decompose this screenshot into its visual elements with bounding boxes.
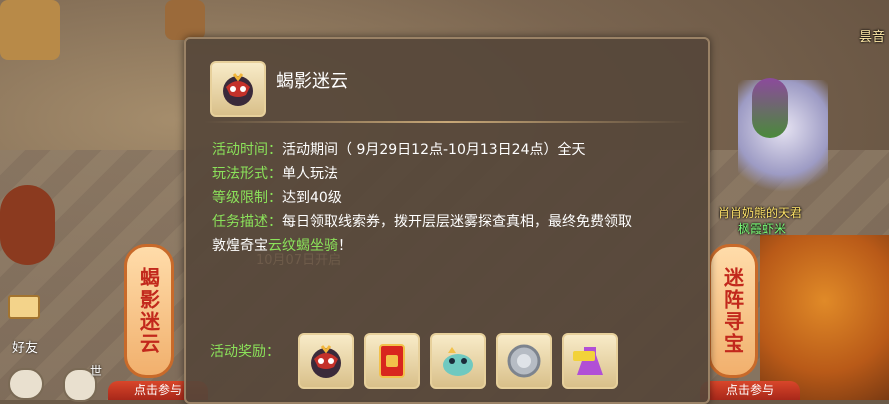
rewards-label: 活动奖励： bbox=[210, 344, 280, 360]
value: 敦煌奇宝 bbox=[212, 238, 268, 254]
task-desc-row: 任务描述：每日领取线索券，拨开层层迷雾探查真相，最终免费领取 bbox=[212, 211, 632, 231]
play-mode-row: 玩法形式：单人玩法 bbox=[212, 163, 338, 183]
label: 等级限制： bbox=[212, 190, 282, 206]
autumn-tree bbox=[760, 235, 889, 400]
pillar-decoration bbox=[165, 0, 205, 40]
label: 活动时间： bbox=[212, 142, 282, 158]
red-envelope-icon bbox=[379, 344, 405, 378]
mount-name-highlight: 云纹蝎坐骑 bbox=[268, 238, 338, 254]
world-channel-label[interactable]: 世 bbox=[90, 362, 102, 379]
silver-coin-icon bbox=[507, 344, 541, 378]
drum-decoration bbox=[0, 185, 55, 265]
reward-slot[interactable] bbox=[562, 333, 618, 389]
event-tag-label: 迷阵寻宝 bbox=[720, 267, 745, 355]
statue-decoration bbox=[0, 0, 60, 60]
event-info-panel: 10月07日开启 蝎影迷云 活动时间：活动期间（ 9月29日12点-10月13日… bbox=[184, 37, 710, 404]
friends-button[interactable]: 好友 bbox=[12, 337, 38, 356]
panel-title: 蝎影迷云 bbox=[276, 71, 348, 92]
value: 单人玩法 bbox=[282, 166, 338, 182]
mail-icon[interactable] bbox=[8, 295, 40, 319]
reward-slot[interactable] bbox=[496, 333, 552, 389]
label: 玩法形式： bbox=[212, 166, 282, 182]
chat-icon[interactable] bbox=[8, 368, 44, 400]
reward-slot[interactable] bbox=[298, 333, 354, 389]
task-desc-row-2: 敦煌奇宝云纹蝎坐骑！ bbox=[212, 235, 352, 255]
value: 每日领取线索券，拨开层层迷雾探查真相，最终免费领取 bbox=[282, 214, 632, 230]
npc-title: 肖肖奶熊的天君 bbox=[718, 206, 803, 220]
value: 活动期间（ 9月29日12点-10月13日24点）全天 bbox=[282, 142, 586, 158]
divider bbox=[204, 121, 690, 123]
value: 达到40级 bbox=[282, 190, 342, 206]
event-tag-maze[interactable]: 迷阵寻宝 bbox=[708, 244, 758, 378]
activity-time-row: 活动时间：活动期间（ 9月29日12点-10月13日24点）全天 bbox=[212, 139, 585, 159]
npc-name: 枫霞虾米 bbox=[738, 222, 787, 236]
label: 任务描述： bbox=[212, 214, 282, 230]
event-icon bbox=[210, 61, 266, 117]
scorpion-mask-icon bbox=[223, 73, 253, 106]
join-button-right[interactable]: 点击参与 bbox=[700, 381, 800, 400]
player-character[interactable] bbox=[752, 78, 788, 138]
reward-slot[interactable] bbox=[430, 333, 486, 389]
value: ！ bbox=[338, 238, 352, 254]
event-tag-label: 蝎影迷云 bbox=[136, 267, 161, 355]
event-tag-scorpion[interactable]: 蝎影迷云 bbox=[124, 244, 174, 378]
player-name-label: 昙音 bbox=[858, 30, 885, 45]
exp-potion-icon bbox=[573, 347, 603, 375]
reward-slot[interactable] bbox=[364, 333, 420, 389]
scorpion-mask-icon bbox=[311, 345, 341, 378]
cloud-pet-icon bbox=[443, 347, 473, 376]
level-limit-row: 等级限制：达到40级 bbox=[212, 187, 342, 207]
